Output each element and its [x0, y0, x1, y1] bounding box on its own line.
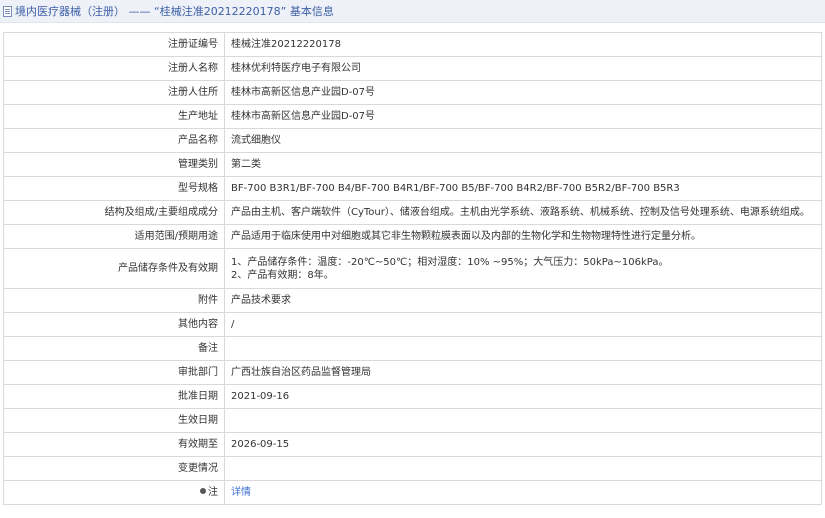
- field-label: 附件: [3, 288, 225, 313]
- field-label: 注册人住所: [3, 80, 225, 105]
- table-row: 产品储存条件及有效期 1、产品储存条件：温度：-20℃~50℃；相对湿度：10%…: [3, 248, 822, 289]
- field-value: 详情: [224, 480, 822, 505]
- table-row: 产品名称 流式细胞仪: [3, 128, 822, 153]
- table-row: 结构及组成/主要组成成分 产品由主机、客户端软件（CyTour）、储液台组成。主…: [3, 200, 822, 225]
- field-label: 适用范围/预期用途: [3, 224, 225, 249]
- field-value: BF-700 B3R1/BF-700 B4/BF-700 B4R1/BF-700…: [224, 176, 822, 201]
- table-row: 其他内容 /: [3, 312, 822, 337]
- field-value: 产品技术要求: [224, 288, 822, 313]
- table-row: 管理类别 第二类: [3, 152, 822, 177]
- table-row: 附件 产品技术要求: [3, 288, 822, 313]
- table-row: 生产地址 桂林市高新区信息产业园D-07号: [3, 104, 822, 129]
- field-label: 审批部门: [3, 360, 225, 385]
- field-value: [224, 456, 822, 481]
- page-header: 境内医疗器械（注册） —— “桂械注准20212220178” 基本信息: [0, 0, 825, 23]
- note-label: 注: [3, 480, 225, 505]
- field-label: 型号规格: [3, 176, 225, 201]
- table-row: 注册人名称 桂林优利特医疗电子有限公司: [3, 56, 822, 81]
- table-row: 备注: [3, 336, 822, 361]
- field-value: [224, 336, 822, 361]
- field-value: 1、产品储存条件：温度：-20℃~50℃；相对湿度：10% ~95%；大气压力：…: [224, 248, 822, 289]
- table-row: 生效日期: [3, 408, 822, 433]
- note-label-text: 注: [208, 487, 218, 498]
- field-label: 生产地址: [3, 104, 225, 129]
- page-title: 境内医疗器械（注册） —— “桂械注准20212220178” 基本信息: [15, 5, 334, 18]
- field-label: 有效期至: [3, 432, 225, 457]
- field-label: 注册证编号: [3, 32, 225, 57]
- field-value: 2026-09-15: [224, 432, 822, 457]
- field-label: 注册人名称: [3, 56, 225, 81]
- table-row: 注 详情: [3, 480, 822, 505]
- table-row: 有效期至 2026-09-15: [3, 432, 822, 457]
- field-value: 广西壮族自治区药品监督管理局: [224, 360, 822, 385]
- field-label: 生效日期: [3, 408, 225, 433]
- field-label: 其他内容: [3, 312, 225, 337]
- table-row: 型号规格 BF-700 B3R1/BF-700 B4/BF-700 B4R1/B…: [3, 176, 822, 201]
- field-value: 第二类: [224, 152, 822, 177]
- field-label: 备注: [3, 336, 225, 361]
- field-label: 产品储存条件及有效期: [3, 248, 225, 289]
- details-link[interactable]: 详情: [231, 487, 251, 498]
- table-row: 注册证编号 桂械注准20212220178: [3, 32, 822, 57]
- field-label: 结构及组成/主要组成成分: [3, 200, 225, 225]
- storage-condition-line: 1、产品储存条件：温度：-20℃~50℃；相对湿度：10% ~95%；大气压力：…: [231, 256, 669, 268]
- field-value: 桂械注准20212220178: [224, 32, 822, 57]
- table-row: 变更情况: [3, 456, 822, 481]
- table-row: 适用范围/预期用途 产品适用于临床使用中对细胞或其它非生物颗粒膜表面以及内部的生…: [3, 224, 822, 249]
- field-value: /: [224, 312, 822, 337]
- field-value: 桂林市高新区信息产业园D-07号: [224, 80, 822, 105]
- table-row: 批准日期 2021-09-16: [3, 384, 822, 409]
- shelf-life-line: 2、产品有效期：8年。: [231, 269, 334, 281]
- field-value: 产品由主机、客户端软件（CyTour）、储液台组成。主机由光学系统、液路系统、机…: [224, 200, 822, 225]
- field-label: 管理类别: [3, 152, 225, 177]
- bullet-icon: [200, 488, 206, 494]
- table-row: 审批部门 广西壮族自治区药品监督管理局: [3, 360, 822, 385]
- field-value: 流式细胞仪: [224, 128, 822, 153]
- document-icon: [3, 5, 12, 17]
- field-value: 桂林市高新区信息产业园D-07号: [224, 104, 822, 129]
- field-label: 批准日期: [3, 384, 225, 409]
- field-label: 产品名称: [3, 128, 225, 153]
- table-row: 注册人住所 桂林市高新区信息产业园D-07号: [3, 80, 822, 105]
- field-value: 2021-09-16: [224, 384, 822, 409]
- field-value: 产品适用于临床使用中对细胞或其它非生物颗粒膜表面以及内部的生物化学和生物物理特性…: [224, 224, 822, 249]
- field-label: 变更情况: [3, 456, 225, 481]
- field-value: 桂林优利特医疗电子有限公司: [224, 56, 822, 81]
- info-table: 注册证编号 桂械注准20212220178 注册人名称 桂林优利特医疗电子有限公…: [3, 32, 822, 505]
- field-value: [224, 408, 822, 433]
